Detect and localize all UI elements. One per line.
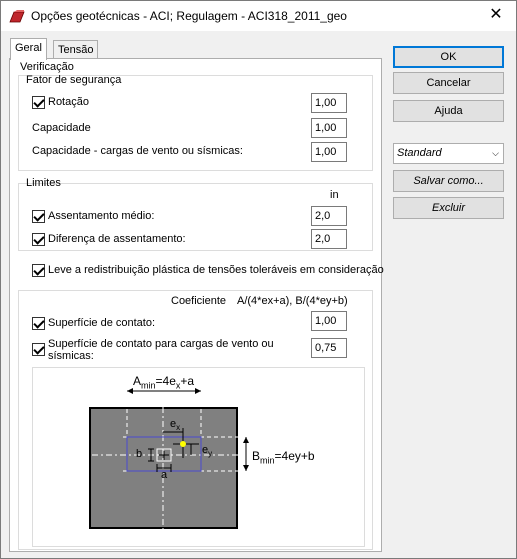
diferenca-assentamento-label: Diferença de assentamento: xyxy=(48,233,186,245)
ey-label: ey xyxy=(202,444,213,459)
app-icon xyxy=(9,10,25,23)
dialog-window: Opções geotécnicas - ACI; Regulagem - AC… xyxy=(0,0,517,559)
b-label: b xyxy=(136,448,143,460)
tab-geral[interactable]: Geral xyxy=(10,38,47,60)
close-icon[interactable]: ✕ xyxy=(486,5,506,25)
capacidade-label: Capacidade xyxy=(32,122,91,134)
assentamento-medio-label: Assentamento médio: xyxy=(48,210,155,222)
preset-select[interactable]: Standard ⌵ xyxy=(393,143,504,164)
superficie-contato-vento-label: Superfície de contato para cargas de ven… xyxy=(48,338,274,362)
redistribuicao-checkbox[interactable] xyxy=(32,264,45,277)
limites-unit: in xyxy=(330,189,339,201)
superficie-contato-checkbox[interactable] xyxy=(32,317,45,330)
rotacao-checkbox[interactable] xyxy=(32,96,45,109)
ex-label: ex xyxy=(170,418,181,433)
delete-button[interactable]: Excluir xyxy=(393,197,504,219)
ok-button[interactable]: OK xyxy=(393,46,504,68)
amin-label: Amin=4ex+a xyxy=(133,374,195,391)
chevron-down-icon: ⌵ xyxy=(492,148,499,158)
load-point xyxy=(180,441,186,447)
capacidade-input[interactable]: 1,00 xyxy=(311,118,347,138)
group-title-limites: Limites xyxy=(26,177,61,189)
coeficiente-label: Coeficiente xyxy=(171,295,227,307)
superficie-contato-label: Superfície de contato: xyxy=(48,317,156,329)
diferenca-assentamento-input[interactable]: 2,0 xyxy=(311,229,347,249)
footing-diagram: Amin=4ex+a Bmin=4ey+b ex ey a b xyxy=(32,367,365,547)
preset-select-value: Standard xyxy=(397,147,442,159)
redistribuicao-label: Leve a redistribuição plástica de tensõe… xyxy=(48,264,384,276)
rotacao-label: Rotação xyxy=(48,96,89,108)
footing-diagram-svg xyxy=(78,388,253,546)
diferenca-assentamento-checkbox[interactable] xyxy=(32,233,45,246)
assentamento-medio-checkbox[interactable] xyxy=(32,210,45,223)
tab-tensao[interactable]: Tensão xyxy=(53,40,99,60)
capacidade-vento-input[interactable]: 1,00 xyxy=(311,142,347,162)
capacidade-vento-label: Capacidade - cargas de vento ou sísmicas… xyxy=(32,145,243,157)
assentamento-medio-input[interactable]: 2,0 xyxy=(311,206,347,226)
superficie-contato-vento-checkbox[interactable] xyxy=(32,343,45,356)
superficie-contato-vento-input[interactable]: 0,75 xyxy=(311,338,347,358)
title-bar: Opções geotécnicas - ACI; Regulagem - AC… xyxy=(1,1,516,31)
group-title-fator: Fator de segurança xyxy=(26,74,122,86)
bmin-label: Bmin=4ey+b xyxy=(252,449,315,466)
help-button[interactable]: Ajuda xyxy=(393,100,504,122)
save-as-button[interactable]: Salvar como... xyxy=(393,170,504,192)
rotacao-input[interactable]: 1,00 xyxy=(311,93,347,113)
a-label: a xyxy=(161,469,168,481)
coeficiente-formula: A/(4*ex+a), B/(4*ey+b) xyxy=(237,295,348,307)
section-title-verificacao: Verificação xyxy=(20,61,74,73)
cancel-button[interactable]: Cancelar xyxy=(393,72,504,94)
window-title: Opções geotécnicas - ACI; Regulagem - AC… xyxy=(31,9,347,23)
superficie-contato-input[interactable]: 1,00 xyxy=(311,311,347,331)
